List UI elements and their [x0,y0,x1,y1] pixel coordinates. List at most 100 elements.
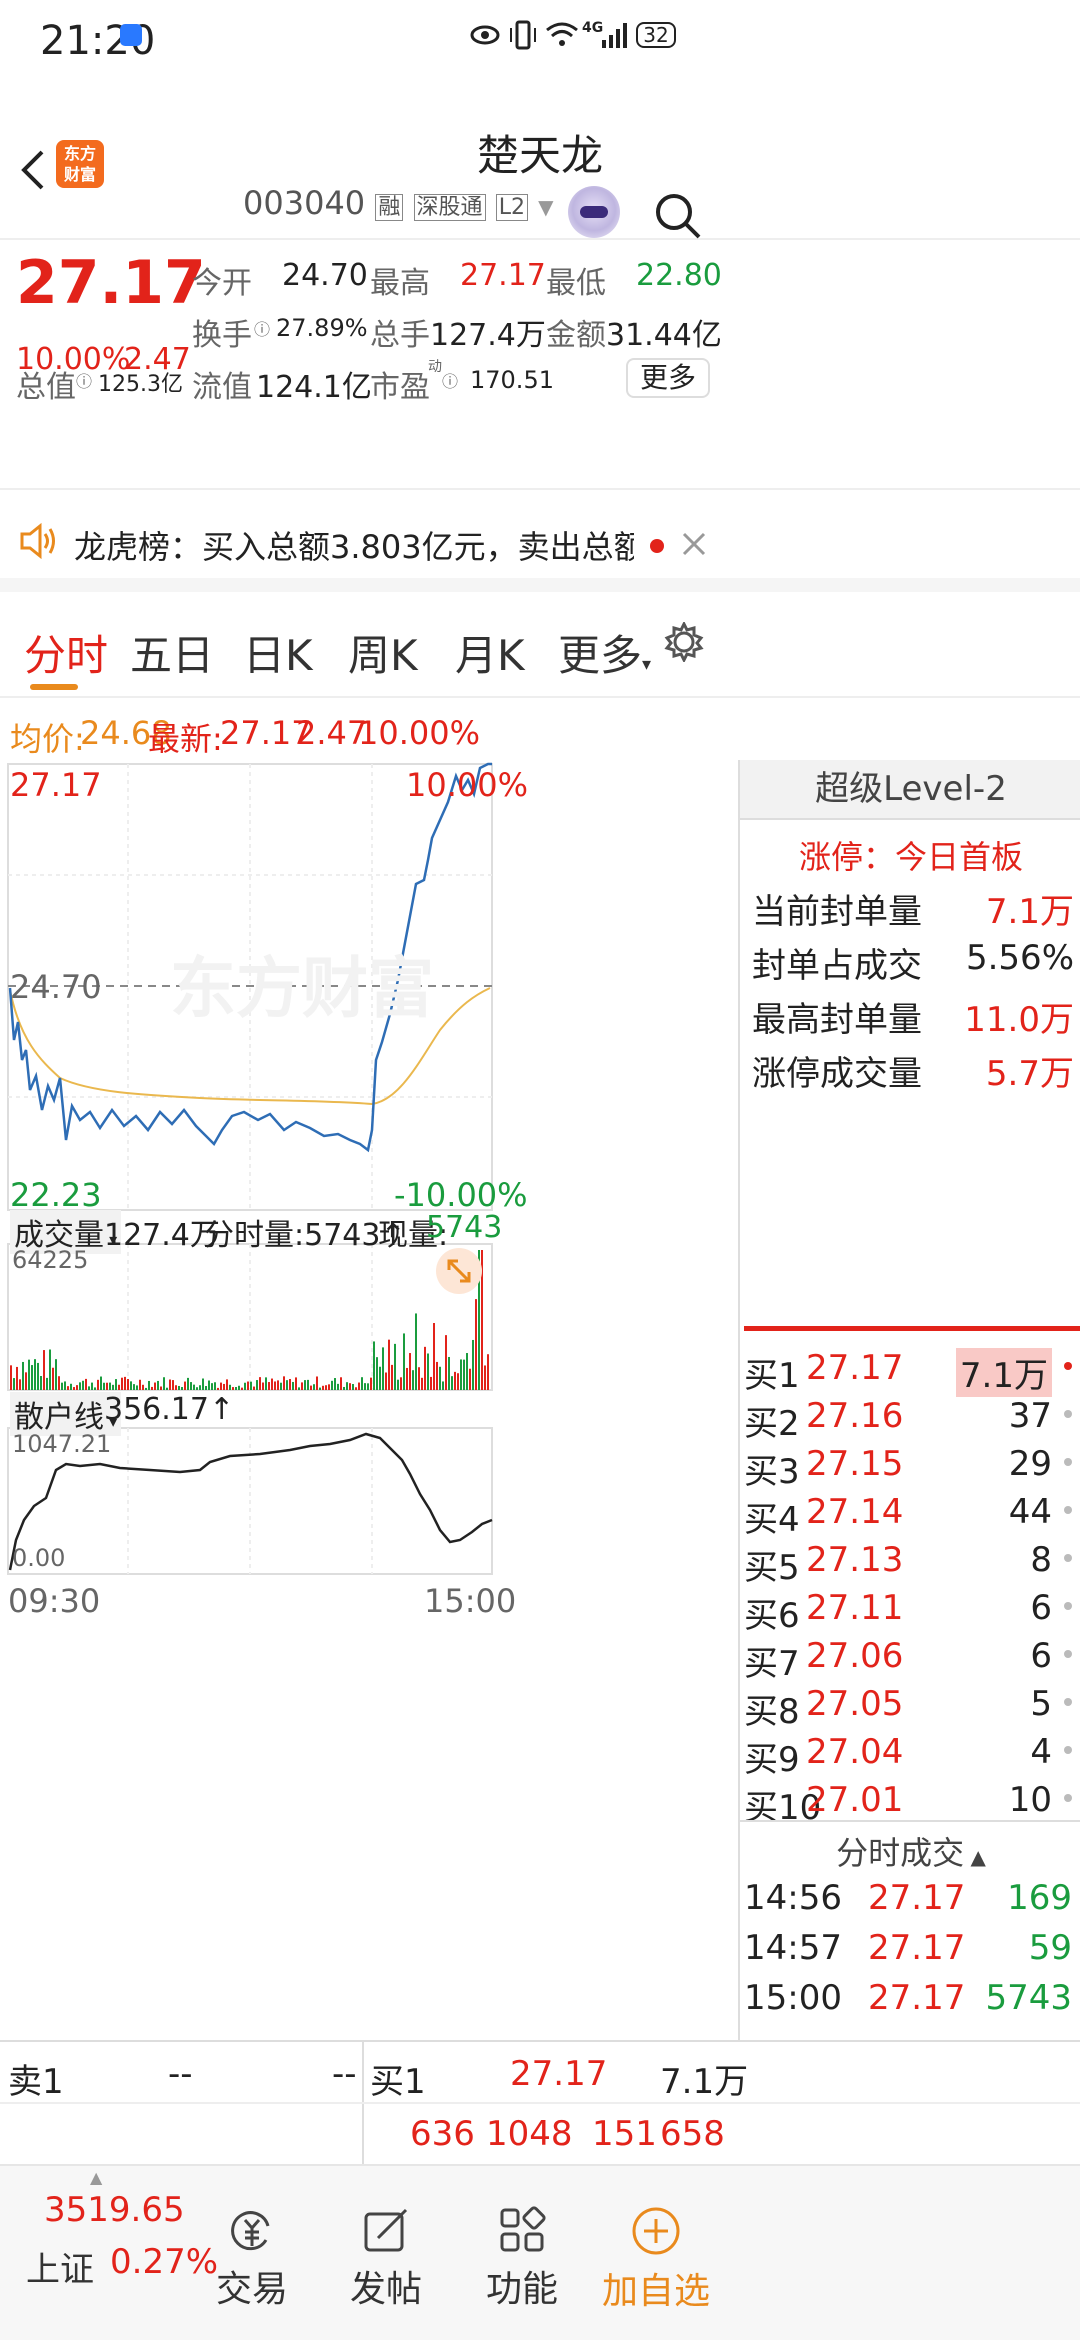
volume-bar [313,1384,315,1390]
open-label: 今开 [192,266,252,301]
volume-bar [205,1386,207,1390]
search-icon[interactable] [654,192,702,240]
volume-bar [358,1382,360,1390]
volume-bar [163,1377,165,1390]
volume-bar [442,1381,444,1390]
bid-row[interactable]: 买4 27.14 44 [740,1492,1080,1540]
stat-value: 5.56% [965,938,1074,978]
bid-dot-icon [1064,1698,1072,1706]
notice-text: 龙虎榜：买入总额3.803亿元，卖出总额2.998... [74,528,634,566]
settings-gear-icon[interactable] [664,622,704,662]
nav-post[interactable]: 发帖 [316,2166,456,2342]
tab-intraday[interactable]: 分时 [24,622,108,683]
stock-code-row: 003040 融 深股通 L2 ▼ [243,184,554,224]
dropdown-caret-icon[interactable]: ▼ [538,195,553,219]
notice-bar[interactable]: 龙虎榜：买入总额3.803亿元，卖出总额2.998... [0,492,1080,592]
volume-bar [127,1379,129,1390]
volume-bar [283,1376,285,1390]
more-button[interactable]: 更多 [626,358,710,398]
volume-bar [130,1381,132,1390]
tab-weekly-k[interactable]: 周K [348,622,418,683]
expand-button[interactable] [436,1248,482,1294]
volume-bar [73,1387,75,1390]
bid-row[interactable]: 买3 27.15 29 [740,1444,1080,1492]
volume-bar [187,1377,189,1390]
bid-volume: 29 [1008,1444,1052,1484]
info-icon[interactable]: ⓘ [76,368,92,392]
chart-mid-price: 24.70 [10,968,102,1006]
bid-row[interactable]: 买1 27.17 7.1万 [740,1348,1080,1397]
volume-bar [61,1382,63,1390]
close-icon[interactable] [680,530,708,558]
info-icon[interactable]: ⓘ [254,316,270,340]
bid-row[interactable]: 买9 27.04 4 [740,1732,1080,1780]
intraday-chart[interactable]: 东方财富 27.17 10.00% 24.70 22.23 -10.00% 成交… [0,760,738,2040]
volume-bar [115,1379,117,1390]
bid-row[interactable]: 买6 27.11 6 [740,1588,1080,1636]
volume-bar [430,1376,432,1390]
level2-title[interactable]: 超级Level-2 [740,760,1080,820]
bid-row[interactable]: 买5 27.13 8 [740,1540,1080,1588]
volume-bar [340,1377,342,1390]
bid-row[interactable]: 买7 27.06 6 [740,1636,1080,1684]
vibrate-icon [510,20,536,50]
bid-price: 27.05 [806,1684,904,1724]
stat-value: 7.1万 [985,892,1074,932]
volume-bar [55,1359,57,1390]
volume-bar [235,1387,237,1390]
bid-price: 27.14 [806,1492,904,1532]
ticks-header[interactable]: 分时成交 ▲ [740,1828,1080,1874]
stat-row: 当前封单量 7.1万 [740,884,1080,932]
status-bar: 21:20 4G 32 [0,0,1080,100]
volume-bar [214,1382,216,1390]
bid-label: 买2 [744,1404,800,1444]
battery-icon: 32 [636,22,676,48]
volume-bar [31,1365,33,1390]
volume-bar [25,1372,27,1390]
volume-bar [265,1377,267,1390]
volume-bar [361,1377,363,1390]
nav-add-watchlist[interactable]: 加自选 [586,2166,726,2342]
unread-dot-icon [650,539,664,553]
signal-icon [602,23,627,48]
nav-functions-label: 功能 [485,2269,558,2310]
trade-icon [231,2211,270,2251]
volume-bar [307,1379,309,1390]
volume-bar [49,1349,51,1390]
volume-bar [70,1383,72,1390]
robot-avatar-icon[interactable] [568,186,620,238]
bid-row[interactable]: 买2 27.16 37 [740,1396,1080,1444]
tab-monthly-k[interactable]: 月K [455,622,525,683]
tab-daily-k[interactable]: 日K [243,622,313,683]
bid-volume: 44 [1008,1492,1052,1532]
volume-bar [469,1368,471,1390]
volume-bar [256,1380,258,1390]
volume-value: 127.4万 [430,318,546,353]
volume-bar [193,1384,195,1390]
nav-trade[interactable]: 交易 [182,2166,322,2342]
volume-bar [82,1380,84,1390]
back-icon[interactable] [18,148,48,192]
index-widget[interactable]: ▲ 3519.65 上证 0.27% [20,2166,218,2342]
retail-header: 散户线 ▾ 356.17↑ [8,1392,492,1436]
volume-period: 分时量:5743↑ [204,1218,406,1253]
tick-time: 14:57 [744,1928,842,1968]
volume-bar [379,1366,381,1390]
volume-bar [334,1378,336,1390]
tab-five-day[interactable]: 五日 [130,622,214,683]
tab-more[interactable]: 更多▾ [558,622,651,683]
volume-bar [67,1386,69,1390]
tick-time: 15:00 [744,1978,842,2018]
bid-row[interactable]: 买8 27.05 5 [740,1684,1080,1732]
bid-price: 27.15 [806,1444,904,1484]
nav-functions[interactable]: 功能 [452,2166,592,2342]
volume-bar [259,1377,261,1390]
volume-bar [253,1386,255,1390]
volume-bar [148,1380,150,1390]
stat-row: 封单占成交 5.56% [740,938,1080,986]
volume-bar [124,1376,126,1390]
buy1-label: 买1 [370,2062,426,2102]
volume-bar [268,1382,270,1390]
info-icon[interactable]: ⓘ [442,368,458,392]
volume-bar [175,1385,177,1390]
